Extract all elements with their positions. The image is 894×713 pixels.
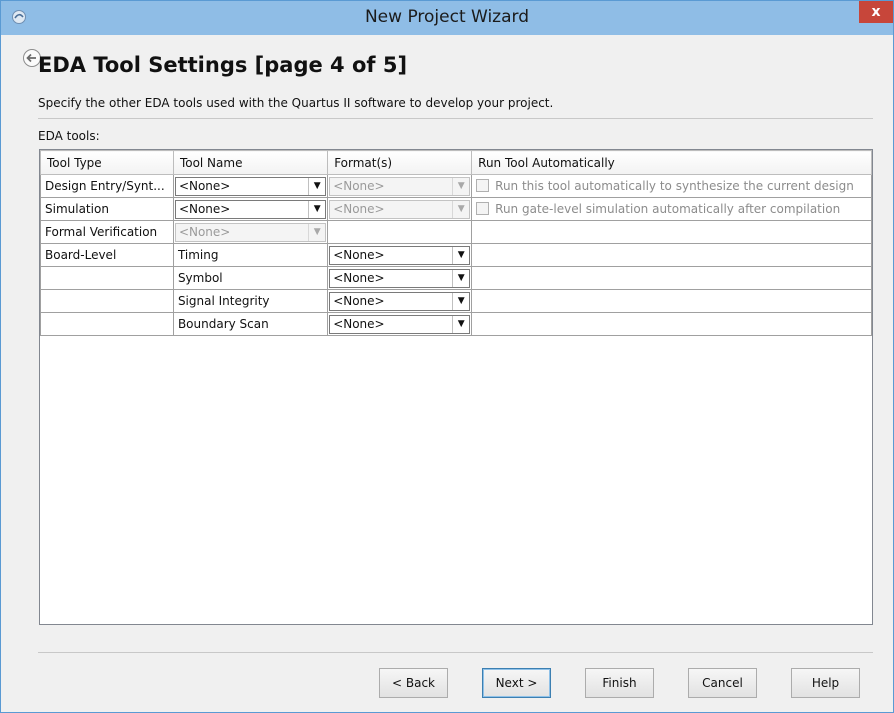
format-dropdown[interactable]: <None> ▼: [329, 291, 471, 311]
run-automatically-checkbox: [476, 202, 490, 215]
format-value: <None>: [333, 270, 385, 285]
run-automatically-cell: [471, 289, 872, 313]
eda-tools-label: EDA tools:: [38, 129, 100, 143]
table-row: Simulation <None> ▼ <None> ▼ Run gate-le…: [40, 197, 872, 221]
column-header-formats[interactable]: Format(s): [327, 150, 473, 175]
format-dropdown[interactable]: <None> ▼: [329, 245, 471, 265]
bottom-divider: [38, 652, 873, 653]
column-header-tool-type[interactable]: Tool Type: [40, 150, 174, 175]
chevron-down-icon: ▼: [452, 200, 470, 218]
tool-type-cell: Design Entry/Synt...: [40, 174, 174, 198]
tool-name-value: <None>: [178, 201, 231, 216]
back-button[interactable]: < Back: [379, 668, 448, 698]
tool-name-cell: Boundary Scan: [172, 312, 329, 336]
format-value: <None>: [333, 201, 385, 216]
format-value: <None>: [333, 316, 385, 331]
chevron-down-icon[interactable]: ▼: [452, 269, 470, 287]
page-title: EDA Tool Settings [page 4 of 5]: [38, 53, 408, 77]
column-header-tool-name[interactable]: Tool Name: [172, 150, 329, 175]
table-row: Board-Level Timing <None> ▼: [40, 243, 872, 267]
tool-type-cell: Board-Level: [40, 243, 174, 267]
tool-name-cell: Timing: [172, 243, 329, 267]
chevron-down-icon[interactable]: ▼: [452, 246, 470, 264]
eda-tools-grid[interactable]: Tool Type Tool Name Format(s) Run Tool A…: [39, 149, 873, 625]
format-dropdown[interactable]: <None> ▼: [329, 268, 471, 288]
table-row: Symbol <None> ▼: [40, 266, 872, 290]
tool-name-value: <None>: [178, 224, 231, 239]
close-button[interactable]: x: [859, 1, 893, 23]
title-bar[interactable]: New Project Wizard x: [1, 1, 893, 35]
tool-name-value: <None>: [178, 178, 231, 193]
finish-button[interactable]: Finish: [585, 668, 654, 698]
tool-type-cell: Simulation: [40, 197, 174, 221]
format-value: <None>: [333, 293, 385, 308]
format-dropdown[interactable]: <None> ▼: [329, 314, 471, 334]
run-automatically-cell: [471, 243, 872, 267]
run-automatically-label: Run gate-level simulation automatically …: [495, 202, 841, 216]
next-button[interactable]: Next >: [482, 668, 551, 698]
tool-name-dropdown[interactable]: <None> ▼: [174, 176, 327, 196]
run-automatically-cell: [471, 220, 872, 244]
format-value: <None>: [333, 247, 385, 262]
new-project-wizard-window: New Project Wizard x EDA Tool Settings […: [0, 0, 894, 713]
format-dropdown: <None> ▼: [329, 176, 471, 196]
eda-tools-table: Tool Type Tool Name Format(s) Run Tool A…: [40, 150, 872, 336]
run-automatically-cell: Run this tool automatically to synthesiz…: [471, 174, 872, 198]
cancel-button[interactable]: Cancel: [688, 668, 757, 698]
top-divider: [38, 118, 873, 119]
format-cell: [327, 220, 473, 244]
chevron-down-icon[interactable]: ▼: [308, 200, 326, 218]
chevron-down-icon[interactable]: ▼: [452, 292, 470, 310]
run-automatically-checkbox: [476, 179, 490, 192]
tool-name-dropdown: <None> ▼: [174, 222, 327, 242]
tool-name-dropdown[interactable]: <None> ▼: [174, 199, 327, 219]
window-title: New Project Wizard: [364, 7, 530, 27]
run-automatically-cell: [471, 312, 872, 336]
table-header-row: Tool Type Tool Name Format(s) Run Tool A…: [40, 150, 872, 175]
table-row: Formal Verification <None> ▼: [40, 220, 872, 244]
help-button[interactable]: Help: [791, 668, 860, 698]
chevron-down-icon: ▼: [308, 223, 326, 241]
tool-type-cell: [40, 289, 174, 313]
format-value: <None>: [333, 178, 385, 193]
run-automatically-cell: Run gate-level simulation automatically …: [471, 197, 872, 221]
tool-type-cell: [40, 312, 174, 336]
tool-name-cell: Signal Integrity: [172, 289, 329, 313]
format-dropdown: <None> ▼: [329, 199, 471, 219]
table-row: Boundary Scan <None> ▼: [40, 312, 872, 336]
column-header-run-automatically[interactable]: Run Tool Automatically: [471, 150, 872, 175]
chevron-down-icon: ▼: [452, 177, 470, 195]
chevron-down-icon[interactable]: ▼: [308, 177, 326, 195]
run-automatically-label: Run this tool automatically to synthesiz…: [495, 179, 854, 193]
run-automatically-cell: [471, 266, 872, 290]
page-description: Specify the other EDA tools used with th…: [38, 96, 554, 110]
tool-type-cell: Formal Verification: [40, 220, 174, 244]
tool-name-cell: Symbol: [172, 266, 329, 290]
table-row: Design Entry/Synt... <None> ▼ <None> ▼ R…: [40, 174, 872, 198]
tool-type-cell: [40, 266, 174, 290]
table-row: Signal Integrity <None> ▼: [40, 289, 872, 313]
chevron-down-icon[interactable]: ▼: [452, 315, 470, 333]
